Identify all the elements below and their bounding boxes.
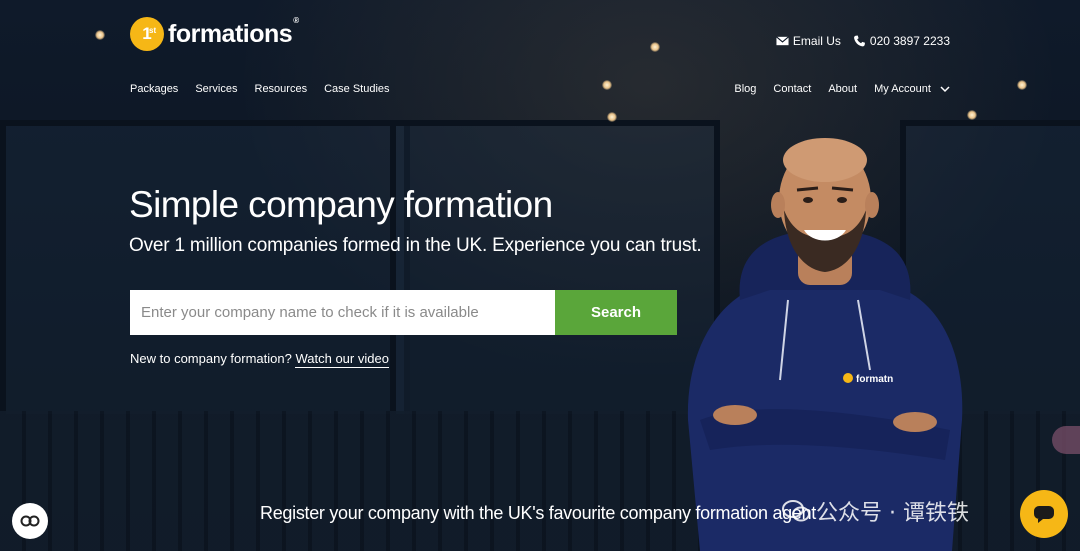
my-account-label: My Account [874,83,931,95]
light-bulb [650,42,660,52]
chat-bubble-icon [1034,506,1054,523]
envelope-icon [775,36,789,46]
phone-number: 020 3897 2233 [869,34,950,48]
site-logo[interactable]: 1st formations® [130,15,299,51]
chat-button[interactable] [1020,490,1068,538]
chevron-down-icon [940,86,950,93]
primary-nav: Packages Services Resources Case Studies [130,83,390,95]
nav-blog[interactable]: Blog [734,83,756,95]
company-search-form: Search [130,290,677,335]
company-name-input[interactable] [130,290,555,335]
smiling-man-in-hoodie-photo: formatn [687,138,963,551]
light-bulb [967,110,977,120]
svg-text:formatn: formatn [856,374,893,385]
light-bulb [95,30,105,40]
light-bulb [602,80,612,90]
nav-services[interactable]: Services [195,83,237,95]
watermark-text: 公众号 · 谭铁铁 [816,501,969,526]
new-to-formation-label: New to company formation? [130,351,292,366]
email-us-label: Email Us [792,34,841,48]
wechat-icon [782,500,810,522]
phone-icon [853,35,865,47]
hero-subline: Over 1 million companies formed in the U… [129,235,702,256]
hero-tagline: Register your company with the UK's favo… [260,503,817,523]
watch-video-link[interactable]: Watch our video [295,351,389,368]
nav-about[interactable]: About [828,83,857,95]
logo-badge-icon: 1st [130,17,164,51]
nav-contact[interactable]: Contact [773,83,811,95]
secondary-nav: Blog Contact About My Account [734,83,950,95]
shop-window-middle [390,120,720,420]
logo-wordmark: formations® [168,15,299,48]
translate-tab[interactable] [1052,426,1080,454]
shop-window-left [0,120,410,420]
hero-headline: Simple company formation [129,184,553,225]
email-us-link[interactable]: Email Us [775,34,841,48]
nav-packages[interactable]: Packages [130,83,178,95]
light-bulb [607,112,617,122]
light-bulb [1017,80,1027,90]
nav-my-account[interactable]: My Account [874,83,950,95]
cookie-settings-button[interactable] [12,503,48,539]
search-button[interactable]: Search [555,290,677,335]
nav-resources[interactable]: Resources [255,83,308,95]
new-to-formation-text: New to company formation? Watch our vide… [130,351,389,368]
cookie-icon [20,515,40,527]
nav-case-studies[interactable]: Case Studies [324,83,389,95]
wechat-watermark: 公众号 · 谭铁铁 [782,495,969,527]
phone-link[interactable]: 020 3897 2233 [853,34,950,48]
header-contact: Email Us 020 3897 2233 [775,34,950,48]
